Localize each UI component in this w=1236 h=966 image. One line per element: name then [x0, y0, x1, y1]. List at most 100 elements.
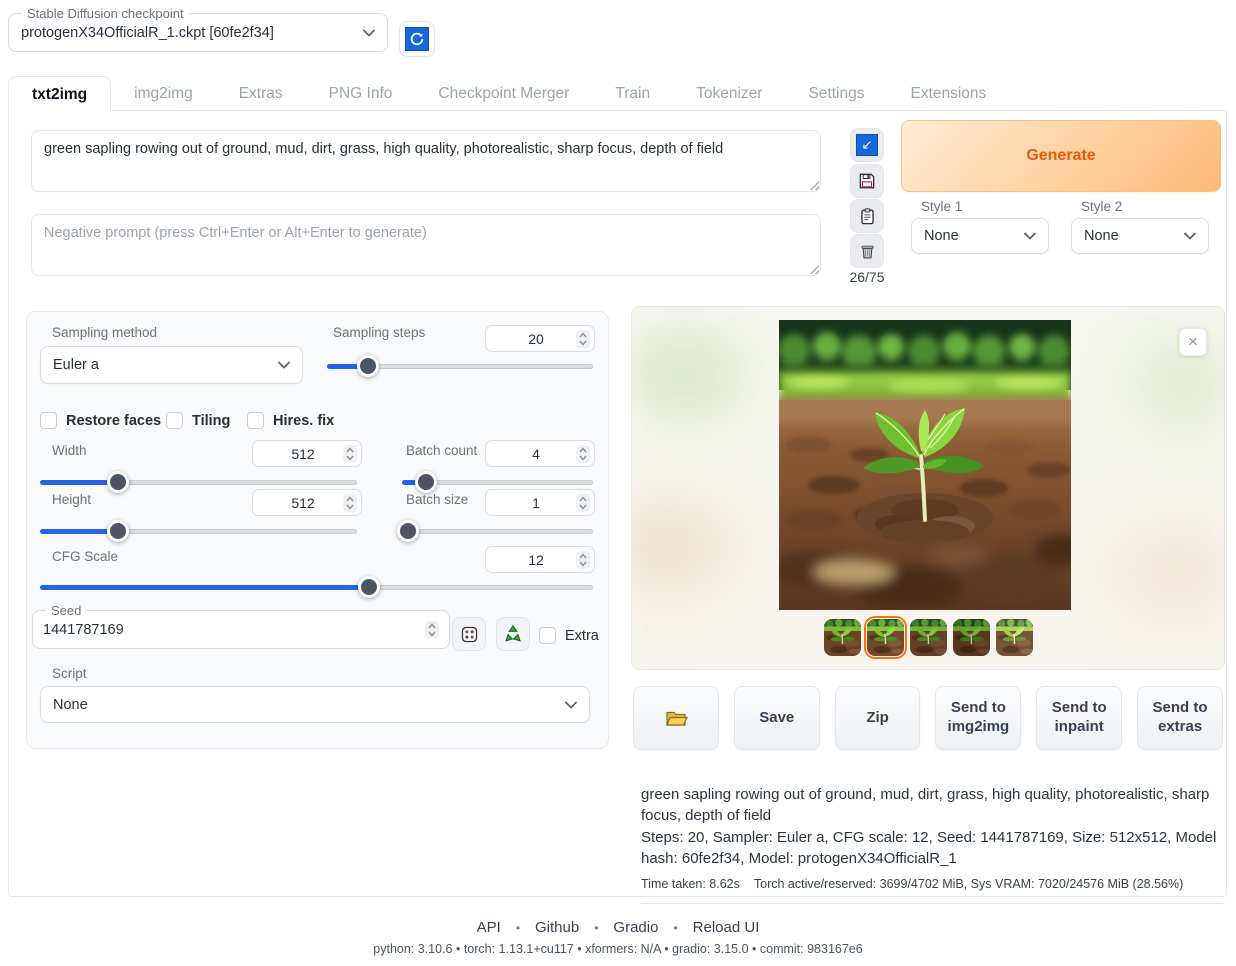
txt2img-panel: green sapling rowing out of ground, mud,… — [8, 110, 1227, 897]
gallery-thumbnail-2-selected[interactable] — [867, 619, 904, 656]
stepper-icon[interactable] — [343, 494, 357, 512]
tab-img2img[interactable]: img2img — [111, 76, 216, 111]
send-to-img2img-button[interactable]: Send to img2img — [935, 686, 1021, 750]
sampling-method-dropdown[interactable]: Euler a — [40, 346, 303, 384]
script-dropdown[interactable]: None — [40, 686, 590, 723]
info-prompt: green sapling rowing out of ground, mud,… — [641, 784, 1223, 827]
close-icon: × — [1188, 332, 1198, 352]
cfg-scale-slider[interactable] — [40, 577, 593, 599]
save-button[interactable]: Save — [734, 686, 820, 750]
tab-settings[interactable]: Settings — [785, 76, 887, 111]
batch-count-input[interactable]: 4 — [485, 440, 595, 467]
result-gallery: × — [631, 306, 1225, 670]
open-folder-button[interactable] — [633, 686, 719, 750]
slider-knob[interactable] — [358, 576, 380, 598]
sampling-steps-input[interactable]: 20 — [485, 325, 595, 352]
generation-info: green sapling rowing out of ground, mud,… — [641, 784, 1223, 904]
batch-size-input[interactable]: 1 — [485, 489, 595, 516]
version-info: python: 3.10.6 • torch: 1.13.1+cu117 • x… — [0, 942, 1236, 956]
gallery-thumbnail-5[interactable] — [996, 619, 1033, 656]
style2-dropdown[interactable]: None — [1071, 218, 1209, 254]
seed-label: Seed — [46, 603, 86, 618]
sampling-steps-slider[interactable] — [327, 356, 593, 378]
script-label: Script — [52, 666, 87, 681]
tab-txt2img[interactable]: txt2img — [8, 76, 111, 112]
clear-prompt-button[interactable] — [850, 234, 884, 268]
slider-knob[interactable] — [107, 471, 129, 493]
send-to-extras-button[interactable]: Send to extras — [1137, 686, 1223, 750]
tab-extras[interactable]: Extras — [216, 76, 306, 111]
height-slider[interactable] — [40, 521, 357, 543]
bullet-separator: • — [594, 921, 598, 935]
chevron-down-icon — [363, 29, 375, 37]
slider-knob[interactable] — [415, 471, 437, 493]
seed-input[interactable]: 1441787169 — [41, 618, 441, 642]
checkbox-icon — [539, 627, 556, 644]
batch-size-slider[interactable] — [402, 521, 593, 543]
generate-button[interactable]: Generate — [901, 120, 1221, 192]
stepper-icon[interactable] — [576, 330, 590, 348]
prompt-input[interactable]: green sapling rowing out of ground, mud,… — [31, 130, 821, 192]
github-link[interactable]: Github — [535, 919, 579, 936]
extra-seed-checkbox[interactable]: Extra — [539, 627, 599, 644]
open-folder-icon — [664, 706, 688, 730]
stepper-icon[interactable] — [576, 445, 590, 463]
random-seed-button[interactable] — [452, 617, 486, 651]
floppy-disk-icon — [857, 171, 877, 191]
read-generation-params-button[interactable]: ↙ — [850, 128, 884, 162]
generation-settings-panel: Sampling method Euler a Sampling steps 2… — [26, 311, 609, 749]
send-to-inpaint-button[interactable]: Send to inpaint — [1036, 686, 1122, 750]
chevron-down-icon — [565, 701, 577, 709]
tab-png-info[interactable]: PNG Info — [306, 76, 416, 111]
tiling-checkbox[interactable]: Tiling — [166, 412, 230, 429]
gallery-thumbnail-4[interactable] — [953, 619, 990, 656]
close-gallery-button[interactable]: × — [1179, 328, 1207, 356]
stepper-icon[interactable] — [576, 551, 590, 569]
info-params: Steps: 20, Sampler: Euler a, CFG scale: … — [641, 827, 1223, 870]
bullet-separator: • — [673, 921, 677, 935]
style2-label: Style 2 — [1081, 199, 1122, 214]
bullet-separator: • — [516, 921, 520, 935]
seed-group: Seed 1441787169 — [32, 603, 450, 649]
tab-tokenizer[interactable]: Tokenizer — [673, 76, 785, 111]
restore-faces-checkbox[interactable]: Restore faces — [40, 412, 161, 429]
stable-diffusion-webui: Stable Diffusion checkpoint protogenX34O… — [0, 0, 1236, 966]
checkpoint-label: Stable Diffusion checkpoint — [22, 6, 189, 21]
trash-can-icon — [858, 242, 877, 261]
gallery-thumbnail-1[interactable] — [824, 619, 861, 656]
batch-size-label: Batch size — [406, 492, 468, 507]
sampling-steps-label: Sampling steps — [333, 325, 425, 340]
reuse-seed-button[interactable] — [496, 617, 530, 651]
hires-fix-checkbox[interactable]: Hires. fix — [247, 412, 334, 429]
gradio-link[interactable]: Gradio — [613, 919, 658, 936]
zip-button[interactable]: Zip — [835, 686, 921, 750]
slider-knob[interactable] — [397, 520, 419, 542]
width-input[interactable]: 512 — [252, 440, 362, 467]
tab-checkpoint-merger[interactable]: Checkpoint Merger — [415, 76, 592, 111]
apply-style-button[interactable] — [850, 199, 884, 233]
slider-knob[interactable] — [107, 520, 129, 542]
checkpoint-dropdown[interactable]: protogenX34OfficialR_1.ckpt [60fe2f34] — [17, 21, 379, 45]
refresh-checkpoints-button[interactable] — [399, 21, 435, 57]
stepper-icon[interactable] — [576, 494, 590, 512]
output-column: × Save Zip S — [631, 306, 1225, 886]
save-style-button[interactable] — [850, 164, 884, 198]
cfg-scale-input[interactable]: 12 — [485, 546, 595, 573]
slider-knob[interactable] — [357, 355, 379, 377]
height-input[interactable]: 512 — [252, 489, 362, 516]
tab-train[interactable]: Train — [592, 76, 673, 111]
gallery-thumbnail-3[interactable] — [910, 619, 947, 656]
vram-usage: Torch active/reserved: 3699/4702 MiB, Sy… — [754, 877, 1183, 891]
tab-extensions[interactable]: Extensions — [887, 76, 1009, 111]
clipboard-icon — [858, 207, 877, 226]
stepper-icon[interactable] — [425, 621, 439, 639]
sampling-method-label: Sampling method — [52, 325, 157, 340]
checkbox-icon — [166, 412, 183, 429]
style1-dropdown[interactable]: None — [911, 218, 1049, 254]
reload-ui-link[interactable]: Reload UI — [693, 919, 760, 936]
info-performance: Time taken: 8.62s Torch active/reserved:… — [641, 877, 1223, 891]
negative-prompt-input[interactable] — [31, 214, 821, 276]
generated-image[interactable] — [779, 320, 1071, 610]
api-link[interactable]: API — [477, 919, 501, 936]
stepper-icon[interactable] — [343, 445, 357, 463]
